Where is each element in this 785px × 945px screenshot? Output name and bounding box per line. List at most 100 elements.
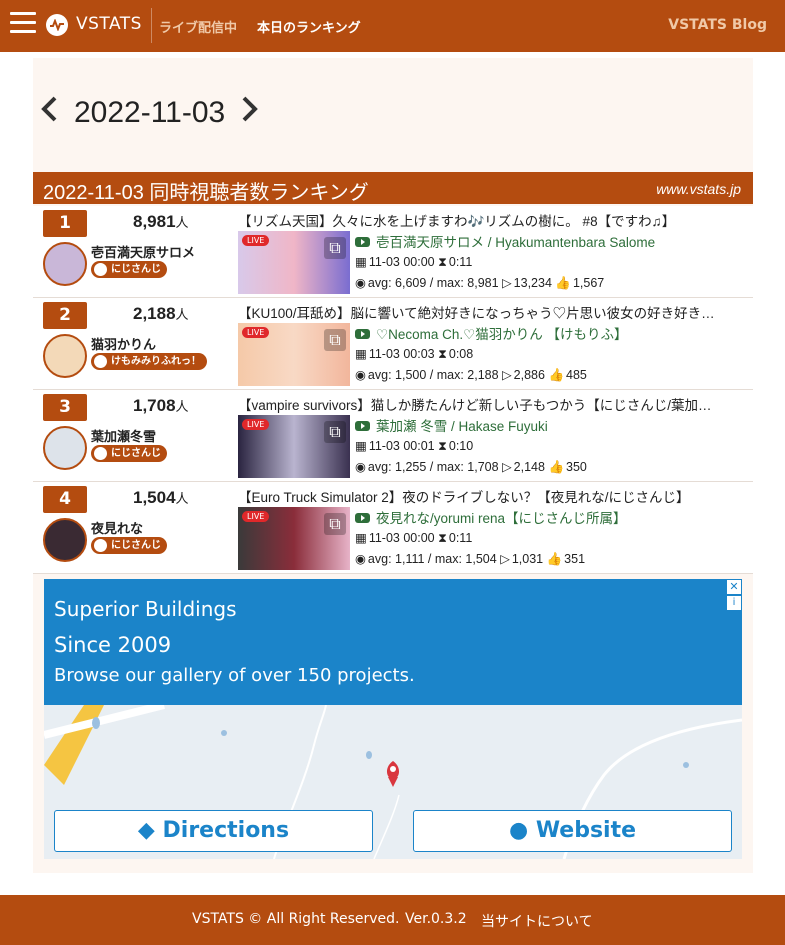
channel-link[interactable]: ♡Necoma Ch.♡猫羽かりん 【けもりふ】 [355,323,627,343]
channel-name: 壱百満天原サロメ / Hyakumantenbara Salome [376,235,656,250]
view-count: 13,234 [513,276,552,290]
viewer-number: 1,504 [133,488,176,507]
vtuber-name[interactable]: 葉加瀬冬雪 [91,426,156,445]
footer-copyright: VSTATS © All Right Reserved. [192,911,400,927]
group-badge[interactable]: にじさんじ [91,537,167,554]
chevron-right-icon[interactable] [241,95,259,131]
rank-badge: 1 [43,210,87,237]
stream-stats: ◉ avg: 1,111 / max: 1,504 ▷ 1,031 👍 351 [355,551,585,567]
stream-thumbnail[interactable]: LIVE ⧉ [238,323,350,386]
hourglass-icon: ⧗ [438,347,447,361]
stream-time-info: ▦ 11-03 00:00 ⧗ 0:11 [355,530,472,546]
directions-icon: ◆ [137,818,155,843]
group-badge[interactable]: にじさんじ [91,261,167,278]
vtuber-name[interactable]: 夜見れな [91,518,143,537]
ranking-row: 1 8,981人壱百満天原サロメ にじさんじ 【リズム天国】久々に水を上げますわ🎶リズ… [33,206,753,298]
avatar[interactable] [43,426,87,470]
stream-thumbnail[interactable]: LIVE ⧉ [238,507,350,570]
play-icon: ▷ [500,552,510,566]
view-count: 2,886 [513,368,545,382]
vtuber-name[interactable]: 猫羽かりん [91,334,156,353]
viewer-count: 1,708人 [133,396,189,416]
stream-thumbnail[interactable]: LIVE ⧉ [238,415,350,478]
stream-time-info: ▦ 11-03 00:00 ⧗ 0:11 [355,254,472,270]
youtube-icon [355,513,370,523]
ad-description: Browse our gallery of over 150 projects. [54,665,415,686]
live-badge: LIVE [242,419,270,430]
duration: 0:11 [448,255,473,269]
viewer-number: 1,708 [133,396,176,415]
viewer-number: 8,981 [133,212,176,231]
rank-badge: 2 [43,302,87,329]
nav-blog-link[interactable]: VSTATS Blog [668,17,767,33]
site-url[interactable]: www.vstats.jp [656,181,741,197]
group-label: けもみみりふれっ！ [111,356,201,367]
ranking-row: 2 2,188人猫羽かりんけもみみりふれっ！ 【KU100/耳舐め】脳に響いて絶対好… [33,298,753,390]
channel-name: 葉加瀬 冬雪 / Hakase Fuyuki [376,419,548,434]
youtube-icon [355,329,370,339]
menu-icon[interactable] [10,12,36,38]
viewer-unit: 人 [175,307,189,322]
globe-icon: ● [508,818,529,843]
hourglass-icon: ⧗ [438,439,447,453]
viewer-unit: 人 [175,215,189,230]
thumbs-up-icon: 👍 [555,276,571,290]
play-icon: ▷ [502,276,512,290]
channel-link[interactable]: 夜見れな/yorumi rena【にじさんじ所属】 [355,507,627,527]
channel-link[interactable]: 葉加瀬 冬雪 / Hakase Fuyuki [355,415,548,435]
group-icon [93,538,108,553]
duration: 0:10 [448,439,474,453]
calendar-icon: ▦ [355,347,367,361]
stream-title[interactable]: 【リズム天国】久々に水を上げますわ🎶リズムの樹に。 #8【ですわ♫】 [238,210,738,230]
website-button[interactable]: ● Website [413,810,732,852]
external-link-icon[interactable]: ⧉ [324,237,346,259]
nav-live-link[interactable]: ライブ配信中 [159,17,237,36]
directions-button[interactable]: ◆ Directions [54,810,373,852]
external-link-icon[interactable]: ⧉ [324,421,346,443]
view-count: 1,031 [511,552,544,566]
duration: 0:08 [448,347,474,361]
stream-title[interactable]: 【KU100/耳舐め】脳に響いて絶対好きになっちゃう♡片思い彼女の好き好き… [238,302,738,322]
stream-stats: ◉ avg: 6,609 / max: 8,981 ▷ 13,234 👍 1,567 [355,275,604,291]
rank-badge: 3 [43,394,87,421]
nav-divider [151,8,152,43]
ad-banner[interactable]: Superior Buildings Since 2009 Browse our… [44,579,742,705]
ranking-title: 2022-11-03 同時視聴者数ランキング [43,182,369,204]
avatar[interactable] [43,242,87,286]
footer-about-link[interactable]: 当サイトについて [481,911,593,931]
play-icon: ▷ [502,368,512,382]
group-icon [93,446,108,461]
external-link-icon[interactable]: ⧉ [324,513,346,535]
chevron-left-icon[interactable] [40,95,58,131]
avatar[interactable] [43,518,87,562]
close-icon[interactable]: ✕ [727,580,741,594]
advertisement[interactable]: Superior Buildings Since 2009 Browse our… [44,579,742,859]
avatar[interactable] [43,334,87,378]
channel-link[interactable]: 壱百満天原サロメ / Hyakumantenbara Salome [355,231,655,251]
like-count: 350 [566,460,587,474]
view-count: 2,148 [513,460,545,474]
live-badge: LIVE [242,327,270,338]
nav-ranking-link[interactable]: 本日のランキング [257,17,361,36]
stream-stats: ◉ avg: 1,255 / max: 1,708 ▷ 2,148 👍 350 [355,459,587,475]
ad-subheadline: Since 2009 [54,633,172,657]
viewer-number: 2,188 [133,304,176,323]
ad-headline: Superior Buildings [54,597,237,621]
vtuber-name[interactable]: 壱百満天原サロメ [91,242,195,261]
youtube-icon [355,421,370,431]
play-icon: ▷ [502,460,512,474]
stream-thumbnail[interactable]: LIVE ⧉ [238,231,350,294]
ranking-header: 2022-11-03 同時視聴者数ランキング www.vstats.jp [33,172,753,204]
stream-title[interactable]: 【vampire survivors】猫しか勝たんけど新しい子もつかう【にじさん… [238,394,738,414]
brand[interactable]: VSTATS [76,14,142,34]
stream-title[interactable]: 【Euro Truck Simulator 2】夜のドライブしない？【夜見れな/… [238,486,738,506]
viewer-count: 2,188人 [133,304,189,324]
group-badge[interactable]: けもみみりふれっ！ [91,353,207,370]
footer: VSTATS © All Right Reserved. Ver.0.3.2 当… [0,895,785,945]
group-badge[interactable]: にじさんじ [91,445,167,462]
external-link-icon[interactable]: ⧉ [324,329,346,351]
logo-icon[interactable] [46,14,68,36]
website-label: Website [535,818,637,843]
info-icon[interactable]: i [727,596,741,610]
like-count: 1,567 [572,276,605,290]
